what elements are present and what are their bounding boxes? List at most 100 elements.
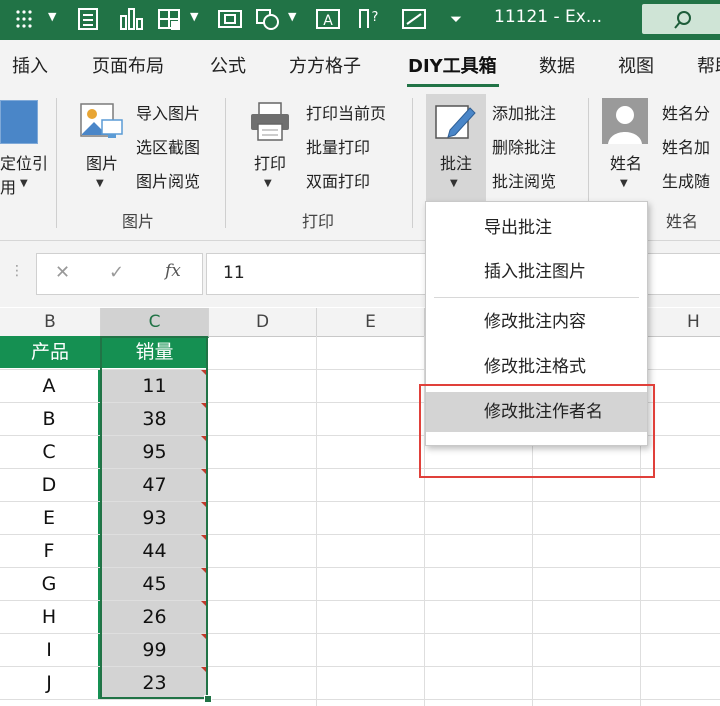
cell-product[interactable]: E [0, 502, 100, 534]
enter-icon[interactable]: ✓ [109, 262, 124, 283]
column-header-e[interactable]: E [317, 308, 425, 337]
menu-separator [434, 297, 639, 298]
svg-text:?: ? [372, 10, 379, 25]
import-picture-button[interactable]: 导入图片 [136, 100, 200, 124]
fill-handle[interactable] [204, 695, 212, 703]
drag-handle-icon[interactable]: ⋮ [10, 263, 24, 279]
customize-toolbar-icon[interactable]: ⏷ [450, 6, 462, 32]
cell-product[interactable]: I [0, 634, 100, 666]
group-separator [56, 98, 57, 228]
active-tab-indicator [407, 84, 499, 87]
name-group-label: 姓名 [666, 212, 699, 231]
svg-text:A: A [323, 13, 333, 29]
locate-reference-label[interactable]: 定位引 [0, 150, 48, 174]
text-box-icon[interactable]: A [314, 6, 342, 32]
tab-view[interactable]: 视图 [618, 52, 654, 78]
print-group-label: 打印 [302, 212, 335, 231]
highlight-annotation [419, 384, 655, 478]
document-title: 11121 - Ex... [494, 7, 603, 27]
picture-browse-button[interactable]: 图片阅览 [136, 168, 200, 192]
cell-product[interactable]: H [0, 601, 100, 633]
menu-item-insert-comment-picture[interactable]: 插入批注图片 [426, 252, 647, 292]
print-current-page-button[interactable]: 打印当前页 [306, 100, 386, 124]
locate-reference-icon [0, 100, 38, 144]
chart-icon[interactable] [118, 6, 146, 32]
person-icon[interactable] [602, 98, 648, 144]
title-bar: ▼ ▼ ▼ A ? ⏷ 11121 - Ex... [0, 0, 720, 40]
chevron-down-icon[interactable]: ▼ [450, 178, 458, 189]
cell-product[interactable]: G [0, 568, 100, 600]
chevron-down-icon[interactable]: ▼ [20, 178, 28, 189]
menu-item-edit-comment-content[interactable]: 修改批注内容 [426, 302, 647, 342]
tab-fangfang[interactable]: 方方格子 [289, 52, 361, 78]
batch-print-button[interactable]: 批量打印 [306, 134, 370, 158]
grid-line [0, 699, 720, 700]
chevron-down-icon[interactable]: ▼ [620, 178, 628, 189]
touch-mode-icon[interactable] [14, 6, 40, 32]
column-header-h[interactable]: H [641, 308, 720, 337]
tab-data[interactable]: 数据 [539, 52, 575, 78]
shapes-icon[interactable] [254, 6, 282, 32]
cancel-icon[interactable]: ✕ [55, 262, 70, 283]
selection-screenshot-button[interactable]: 选区截图 [136, 134, 200, 158]
chevron-down-icon[interactable]: ▼ [288, 10, 296, 23]
chevron-down-icon[interactable]: ▼ [190, 10, 198, 23]
tab-help[interactable]: 帮助 [697, 52, 720, 78]
chevron-down-icon[interactable]: ▼ [96, 178, 104, 189]
formula-value: 11 [223, 263, 245, 283]
group-separator [225, 98, 226, 228]
clear-format-icon[interactable] [400, 6, 428, 32]
cell-product[interactable]: C [0, 436, 100, 468]
generate-random-button[interactable]: 生成随 [662, 168, 710, 192]
delete-comment-button[interactable]: 删除批注 [492, 134, 556, 158]
search-box[interactable] [642, 4, 720, 34]
cell-product[interactable]: A [0, 370, 100, 402]
selection-border [100, 336, 208, 699]
form-icon[interactable] [76, 6, 100, 32]
printer-icon[interactable] [248, 100, 292, 144]
browse-comments-button[interactable]: 批注阅览 [492, 168, 556, 192]
screenshot-icon[interactable] [216, 6, 244, 32]
name-add-button[interactable]: 姓名加 [662, 134, 710, 158]
picture-button-label[interactable]: 图片 [86, 150, 118, 174]
cell-product[interactable]: J [0, 667, 100, 699]
column-header-b[interactable]: B [0, 308, 101, 337]
picture-icon[interactable] [78, 100, 126, 144]
print-button-label[interactable]: 打印 [254, 150, 286, 174]
chevron-down-icon[interactable]: ▼ [48, 10, 56, 23]
chevron-down-icon[interactable]: ▼ [264, 178, 272, 189]
grid-line [316, 336, 317, 706]
header-cell-product[interactable]: 产品 [0, 336, 100, 368]
menu-item-export-comments[interactable]: 导出批注 [426, 208, 647, 248]
cell-product[interactable]: F [0, 535, 100, 567]
tab-formulas[interactable]: 公式 [210, 52, 246, 78]
group-separator [412, 98, 413, 228]
menu-item-label: 修改批注内容 [484, 312, 586, 332]
picture-group-label: 图片 [122, 212, 155, 231]
column-header-c[interactable]: C [101, 308, 209, 338]
menu-item-label: 修改批注格式 [484, 357, 586, 377]
add-comment-button[interactable]: 添加批注 [492, 100, 556, 124]
search-icon [674, 11, 691, 29]
locate-reference-label-2[interactable]: 用 [0, 174, 16, 198]
insert-cells-icon[interactable] [156, 6, 184, 32]
cell-product[interactable]: B [0, 403, 100, 435]
format-icon[interactable]: ? [356, 6, 384, 32]
menu-item-edit-comment-format[interactable]: 修改批注格式 [426, 347, 647, 387]
column-header-d[interactable]: D [209, 308, 317, 337]
formula-controls: ✕ ✓ fx [36, 253, 203, 295]
name-button-label[interactable]: 姓名 [610, 150, 642, 174]
duplex-print-button[interactable]: 双面打印 [306, 168, 370, 192]
tab-insert[interactable]: 插入 [12, 52, 48, 78]
cell-product[interactable]: D [0, 469, 100, 501]
comment-button-label[interactable]: 批注 [440, 150, 472, 174]
column-header-h-label: H [687, 312, 700, 332]
ribbon-tabs: 插入 页面布局 公式 方方格子 DIY工具箱 数据 视图 帮助 [0, 40, 720, 92]
name-split-button[interactable]: 姓名分 [662, 100, 710, 124]
comment-edit-icon [432, 100, 480, 144]
menu-item-label: 导出批注 [484, 218, 552, 238]
insert-function-icon[interactable]: fx [165, 261, 181, 281]
tab-page-layout[interactable]: 页面布局 [92, 52, 164, 78]
menu-item-label: 插入批注图片 [484, 262, 586, 282]
tab-diy-toolbox[interactable]: DIY工具箱 [408, 52, 497, 78]
